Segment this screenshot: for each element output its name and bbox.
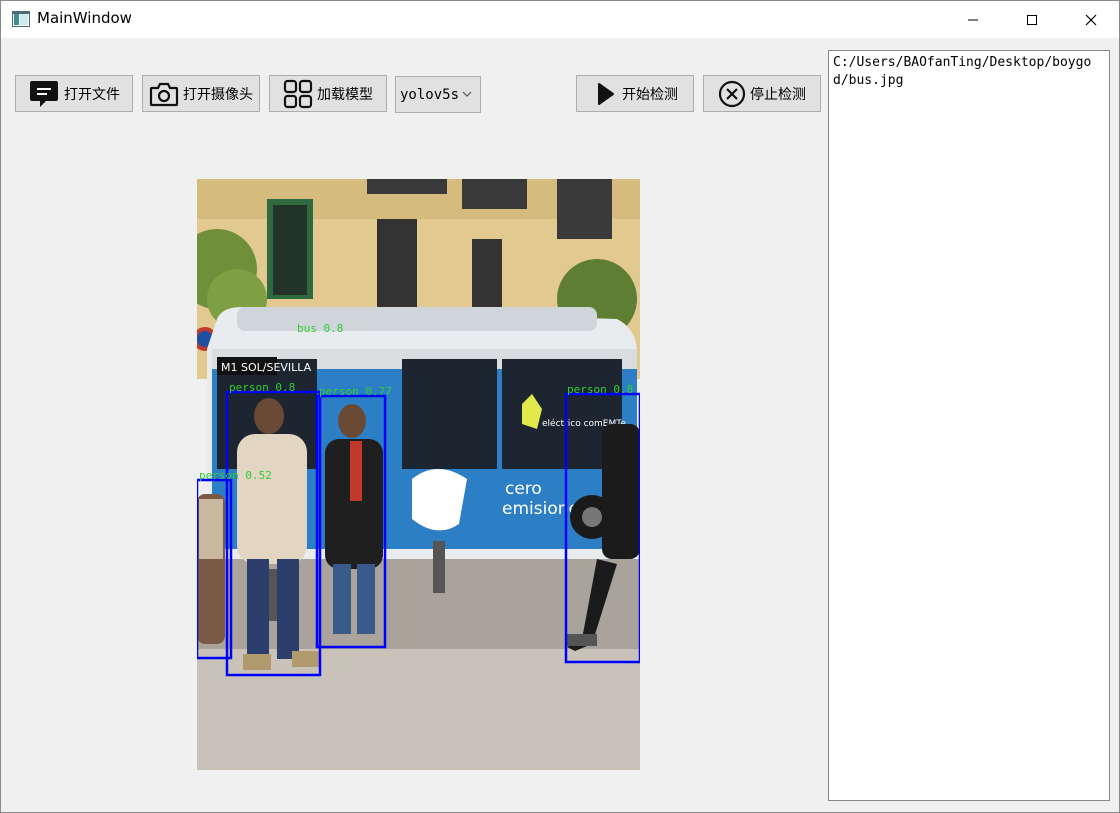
message-icon [30, 80, 58, 107]
camera-icon [149, 82, 179, 106]
stop-detect-label: 停止检测 [750, 86, 806, 103]
maximize-icon [1027, 14, 1037, 25]
load-model-button[interactable]: 加载模型 [269, 75, 387, 112]
load-model-label: 加载模型 [317, 86, 373, 103]
open-file-button[interactable]: 打开文件 [15, 75, 133, 112]
close-button[interactable] [1062, 1, 1120, 38]
minimize-button[interactable] [944, 1, 1002, 38]
open-camera-button[interactable]: 打开摄像头 [142, 75, 260, 112]
detection-image: M1 SOL/SEVILLA cero emisiones eléctrico … [197, 179, 640, 770]
detection-label: person 0.8 [567, 383, 633, 396]
start-detect-label: 开始检测 [622, 86, 678, 103]
window-title: MainWindow [37, 9, 132, 27]
stop-detect-button[interactable]: 停止检测 [703, 75, 821, 112]
bus-side-text-1: cero [505, 479, 542, 499]
chevron-down-icon [462, 91, 472, 97]
stop-circle-icon [718, 80, 746, 107]
log-text-area[interactable]: C:/Users/BAOfanTing/Desktop/boygod/bus.j… [828, 50, 1110, 801]
grid-icon [283, 79, 313, 108]
start-detect-button[interactable]: 开始检测 [576, 75, 694, 112]
detection-label: person 0.8 [229, 381, 295, 394]
open-file-label: 打开文件 [64, 86, 120, 103]
model-select[interactable]: yolov5s [395, 76, 481, 113]
play-icon [598, 82, 614, 105]
detection-label: person 0.52 [199, 469, 272, 482]
main-window: MainWindow 打开文件 打开摄像头 加载模型 yolov5s 开始检测 … [0, 0, 1120, 813]
detection-label: person 0.77 [319, 385, 392, 398]
detection-label: bus 0.8 [297, 322, 343, 335]
close-icon [1085, 14, 1097, 25]
model-select-value: yolov5s [400, 86, 460, 103]
maximize-button[interactable] [1003, 1, 1061, 38]
open-camera-label: 打开摄像头 [183, 86, 253, 103]
app-icon [12, 11, 30, 27]
minimize-icon [968, 19, 978, 20]
title-bar: MainWindow [1, 1, 1119, 38]
bus-route-text: M1 SOL/SEVILLA [221, 361, 312, 374]
